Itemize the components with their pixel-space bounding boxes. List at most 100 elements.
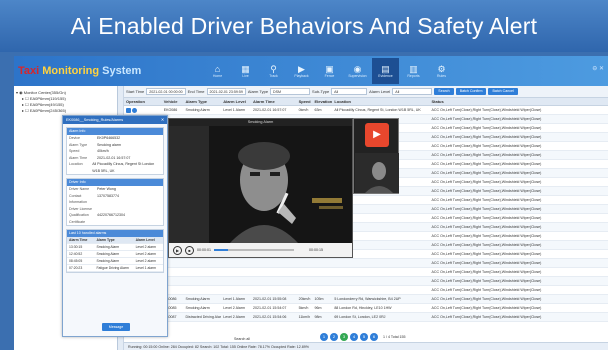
page-button[interactable]: 6 bbox=[370, 333, 378, 341]
batch-confirm-button[interactable]: Batch Confirm bbox=[455, 88, 487, 95]
status-cell: ACC On,Left Turn(Close),Right Turn(Close… bbox=[431, 243, 542, 247]
track-icon: ⚲ bbox=[270, 64, 277, 74]
video-player: Smoking Alarm ▶ ■ 00:00:01 00:00:15 bbox=[168, 118, 353, 258]
table-cell bbox=[221, 277, 251, 285]
table-row[interactable]: EK0085 Smoking Alarm Level 2 Alarm 2021-02-… bbox=[124, 304, 608, 313]
page-button[interactable]: 4 bbox=[350, 333, 358, 341]
checkbox-icon[interactable]: ▸ ☐ bbox=[22, 108, 30, 113]
page-button[interactable]: 1 bbox=[320, 333, 328, 341]
table-cell: Level 2 alarm bbox=[135, 259, 156, 263]
driver-info-section: Driver Info Driver Name Peter Wong Contact… bbox=[66, 178, 164, 226]
close-icon[interactable]: ✕ bbox=[161, 116, 164, 124]
table-cell bbox=[297, 277, 313, 285]
video-progress-bar[interactable] bbox=[214, 249, 294, 251]
table-cell: Smoking Alarm bbox=[185, 306, 210, 310]
table-cell: Smoking Alarm bbox=[96, 259, 120, 263]
table-row[interactable]: EK0087 Distracted Driving Alarm Level 2 Al… bbox=[124, 313, 608, 322]
status-cell: ACC On,Left Turn(Close),Right Turn(Close… bbox=[431, 234, 542, 238]
table-row[interactable]: ACC On,Left Turn(Close),Right Turn(Close… bbox=[124, 268, 608, 277]
menu-item-playback[interactable]: ▶ Playback bbox=[288, 58, 315, 84]
status-cell: ACC On,Left Turn(Close),Right Turn(Close… bbox=[431, 144, 542, 148]
pagination: 123456 1 / 4 Total 155 bbox=[320, 333, 406, 341]
info-value: 44220766712304 bbox=[97, 213, 125, 217]
last-alarm-row[interactable]: 13:30:15 Smoking Alarm Level 2 alarm bbox=[67, 244, 163, 251]
table-row[interactable]: ACC On,Left Turn(Close),Right Turn(Close… bbox=[124, 286, 608, 295]
snapshot-thumbnail[interactable] bbox=[355, 153, 399, 193]
menu-item-label: Fence bbox=[324, 74, 335, 78]
window-controls[interactable]: ⊖ ✕ bbox=[592, 65, 604, 72]
column-header[interactable]: Alarm Time bbox=[251, 98, 297, 105]
search-button[interactable]: Search bbox=[434, 88, 454, 95]
menu-item-evidence[interactable]: ▤ Evidence bbox=[372, 58, 399, 84]
media-thumbnail-panel: ▶ bbox=[353, 118, 399, 194]
batch-cancel-button[interactable]: Batch Cancel bbox=[488, 88, 518, 95]
table-row[interactable]: EKO086 Smoking Alarm Level 1 Alarm 2021-02-… bbox=[124, 106, 608, 115]
supervision-icon: ◉ bbox=[353, 64, 362, 74]
last-alarm-row[interactable]: 08:45:05 Smoking Alarm Level 2 alarm bbox=[67, 258, 163, 265]
fence-icon: ▣ bbox=[325, 64, 334, 74]
message-button[interactable]: Message bbox=[102, 323, 130, 331]
last-alarm-row[interactable]: 12:40:52 Smoking Alarm Level 2 alarm bbox=[67, 251, 163, 258]
menu-item-track[interactable]: ⚲ Track bbox=[260, 58, 287, 84]
start-time-input[interactable]: 2021-02-01 00:00:00 bbox=[146, 88, 186, 95]
tree-item[interactable]: ▸ ☐ EA0P6mm(245/365) bbox=[16, 108, 115, 114]
table-cell: Smoking Alarm bbox=[96, 245, 120, 249]
table-cell: 2021-02-01 15:54:07 bbox=[252, 306, 287, 310]
view-icon[interactable] bbox=[126, 107, 131, 113]
table-cell bbox=[312, 268, 332, 276]
end-time-label: End Time bbox=[187, 89, 205, 94]
column-header[interactable]: Location bbox=[332, 98, 429, 105]
alarm-info-section: Alarm Info Device EK0P6466532 Alarm Type Sm… bbox=[66, 127, 164, 175]
last-alarm-row[interactable]: 07:20:23 Fatigue Driving Alarm Level 1 ala… bbox=[67, 265, 163, 272]
table-cell: 11km/h bbox=[298, 315, 311, 319]
rules-icon: ⚙ bbox=[437, 64, 446, 74]
vehicle-tree: ▾ ◉ Monitor Center(355/Gn) ▸ ☐ EA0P6mm(1… bbox=[14, 86, 117, 118]
page-button[interactable]: 3 bbox=[340, 333, 348, 341]
menu-item-rules[interactable]: ⚙ Rules bbox=[428, 58, 455, 84]
end-time-input[interactable]: 2021-02-01 23:59:59 bbox=[206, 88, 246, 95]
expand-icon[interactable]: ▾ ◉ bbox=[16, 90, 24, 95]
dialog-title: EK0086__Smoking_Rules/Alarms bbox=[66, 118, 124, 122]
table-cell: Level 1 Alarm bbox=[223, 297, 245, 301]
menu-item-reports[interactable]: ▥ Reports bbox=[400, 58, 427, 84]
column-header[interactable]: Alarm Level bbox=[221, 98, 251, 105]
page-button[interactable]: 5 bbox=[360, 333, 368, 341]
page-button[interactable]: 2 bbox=[330, 333, 338, 341]
menu-item-home[interactable]: ⌂ Home bbox=[204, 58, 231, 84]
table-cell bbox=[297, 286, 313, 294]
sub-type-select[interactable]: All bbox=[331, 88, 368, 95]
sub-type-label: Sub-Type bbox=[312, 89, 330, 94]
stop-icon[interactable]: ■ bbox=[185, 245, 194, 255]
table-row[interactable]: ACC On,Left Turn(Close),Right Turn(Close… bbox=[124, 277, 608, 286]
column-header[interactable]: Alarm Type bbox=[184, 98, 222, 105]
status-cell: ACC On,Left Turn(Close),Right Turn(Close… bbox=[431, 207, 542, 211]
status-cell: ACC On,Left Turn(Close),Right Turn(Close… bbox=[431, 270, 542, 274]
checkbox-icon[interactable]: ▸ ☐ bbox=[22, 96, 30, 101]
video-file-icon[interactable]: ▶ bbox=[365, 123, 389, 147]
table-cell: Level 2 alarm bbox=[135, 245, 156, 249]
column-header[interactable]: Operation bbox=[124, 98, 162, 105]
main-menu: ⌂ Home ▦ Live ⚲ Track ▶ Playback ▣ Fence ◉ Supervis… bbox=[204, 58, 455, 84]
table-cell bbox=[251, 268, 297, 276]
column-header[interactable]: Elevation bbox=[312, 98, 332, 105]
table-cell: 63m bbox=[314, 108, 322, 112]
driver-info-title: Driver Info bbox=[67, 179, 163, 186]
table-cell: 69 London St, London, LE2 0RJ bbox=[334, 315, 386, 319]
process-icon[interactable] bbox=[132, 107, 137, 113]
table-row[interactable]: ACC On,Left Turn(Close),Right Turn(Close… bbox=[124, 259, 608, 268]
play-icon[interactable]: ▶ bbox=[173, 245, 182, 255]
column-header[interactable]: Vehicle bbox=[162, 98, 184, 105]
menu-item-fence[interactable]: ▣ Fence bbox=[316, 58, 343, 84]
column-header[interactable]: Status bbox=[430, 98, 608, 105]
menu-item-live[interactable]: ▦ Live bbox=[232, 58, 259, 84]
table-row[interactable]: EK0086 Smoking Alarm Level 1 Alarm 2021-02-… bbox=[124, 295, 608, 304]
alarm-type-select[interactable]: DSM bbox=[270, 88, 311, 95]
menu-item-label: Track bbox=[269, 74, 278, 78]
evidence-icon: ▤ bbox=[381, 64, 390, 74]
menu-item-supervision[interactable]: ◉ Supervision bbox=[344, 58, 371, 84]
alarm-level-select[interactable]: All bbox=[392, 88, 433, 95]
table-cell: Level 1 alarm bbox=[135, 266, 156, 270]
column-header[interactable]: Speed bbox=[297, 98, 313, 105]
status-cell: ACC On,Left Turn(Close),Right Turn(Close… bbox=[431, 198, 542, 202]
checkbox-icon[interactable]: ▸ ☐ bbox=[22, 102, 30, 107]
